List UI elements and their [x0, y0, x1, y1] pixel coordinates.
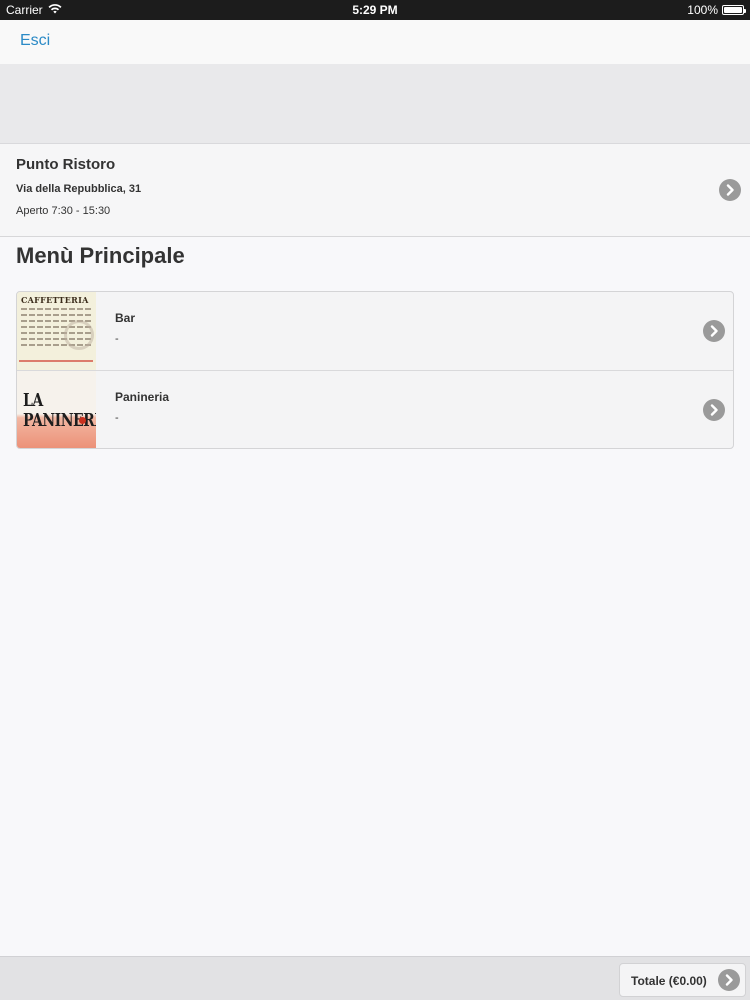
- status-bar: Carrier 5:29 PM 100%: [0, 0, 750, 20]
- panineria-thumbnail-title: LA PANINERIA: [23, 391, 96, 431]
- menu-item-title: Bar: [115, 311, 136, 325]
- menu-item-panineria[interactable]: LA PANINERIA Panineria -: [17, 370, 733, 448]
- navigation-bar: Esci: [0, 20, 750, 64]
- status-right: 100%: [687, 3, 746, 17]
- bar-thumbnail-title: CAFFETTERIA: [21, 295, 89, 305]
- menu-item-subtitle: -: [115, 412, 119, 424]
- clock: 5:29 PM: [352, 3, 398, 17]
- panineria-thumbnail: LA PANINERIA: [17, 371, 96, 448]
- venue-address: Via della Repubblica, 31: [16, 183, 142, 195]
- venue-hours: Aperto 7:30 - 15:30: [16, 205, 111, 217]
- cart-total-label: Totale (€0.00): [631, 974, 707, 988]
- chevron-right-icon[interactable]: [703, 320, 725, 342]
- banner: [0, 64, 750, 144]
- menu-item-title: Panineria: [115, 390, 170, 404]
- bar-thumbnail: CAFFETTERIA: [17, 292, 96, 370]
- venue-card[interactable]: Punto Ristoro Via della Repubblica, 31 A…: [0, 144, 750, 237]
- menu-item-subtitle: -: [115, 333, 119, 345]
- menu-item-bar[interactable]: CAFFETTERIA Bar -: [17, 292, 733, 370]
- menu-list: CAFFETTERIA Bar - LA PANINERIA Panineria…: [16, 291, 734, 449]
- chevron-right-icon[interactable]: [719, 179, 741, 201]
- venue-name: Punto Ristoro: [16, 156, 116, 173]
- battery-percent: 100%: [687, 3, 718, 17]
- battery-icon: [722, 5, 746, 15]
- chevron-right-icon[interactable]: [703, 399, 725, 421]
- section-title: Menù Principale: [16, 243, 185, 268]
- chevron-right-icon: [718, 969, 740, 991]
- exit-button[interactable]: Esci: [20, 32, 50, 50]
- footer-toolbar: Totale (€0.00): [0, 956, 750, 1000]
- cart-total-button[interactable]: Totale (€0.00): [619, 963, 746, 997]
